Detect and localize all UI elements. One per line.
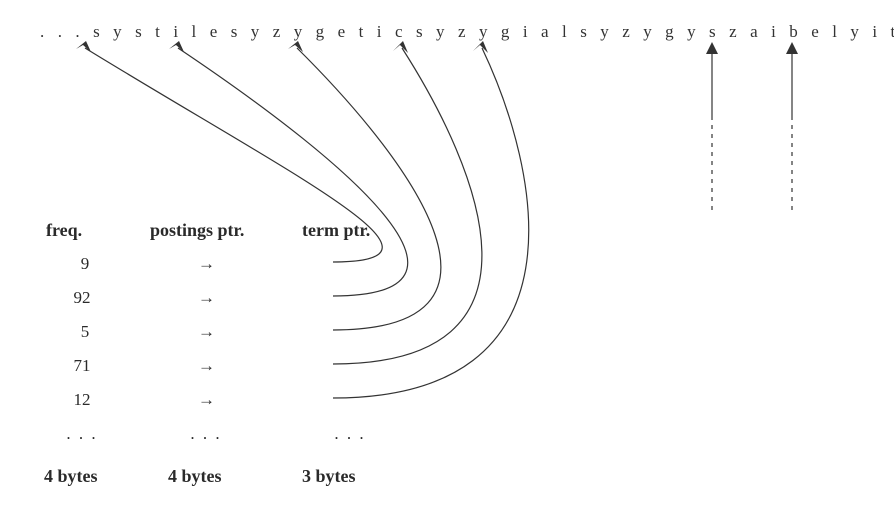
header-postings: postings ptr. xyxy=(150,220,244,241)
freq-cell: 12 xyxy=(64,390,100,410)
freq-cell: 71 xyxy=(64,356,100,376)
freq-cell: 5 xyxy=(70,322,100,342)
footer-freq: 4 bytes xyxy=(44,466,98,487)
termptr-ellipsis: . . . xyxy=(330,424,370,444)
postings-ellipsis: . . . xyxy=(186,424,226,444)
diagram-root: { "term_string": ". . . s y s t i l e s … xyxy=(0,0,894,510)
footer-termptr: 3 bytes xyxy=(302,466,356,487)
pointer-curves xyxy=(0,0,894,510)
footer-postings: 4 bytes xyxy=(168,466,222,487)
postings-arrow-icon: → xyxy=(198,288,215,308)
concatenated-term-string: . . . s y s t i l e s y z y g e t i c s … xyxy=(40,22,894,42)
freq-ellipsis: . . . xyxy=(62,424,102,444)
header-termptr: term ptr. xyxy=(302,220,370,241)
postings-arrow-icon: → xyxy=(198,254,215,274)
postings-arrow-icon: → xyxy=(198,356,215,376)
header-freq: freq. xyxy=(46,220,82,241)
postings-arrow-icon: → xyxy=(198,390,215,410)
freq-cell: 92 xyxy=(64,288,100,308)
freq-cell: 9 xyxy=(70,254,100,274)
postings-arrow-icon: → xyxy=(198,322,215,342)
